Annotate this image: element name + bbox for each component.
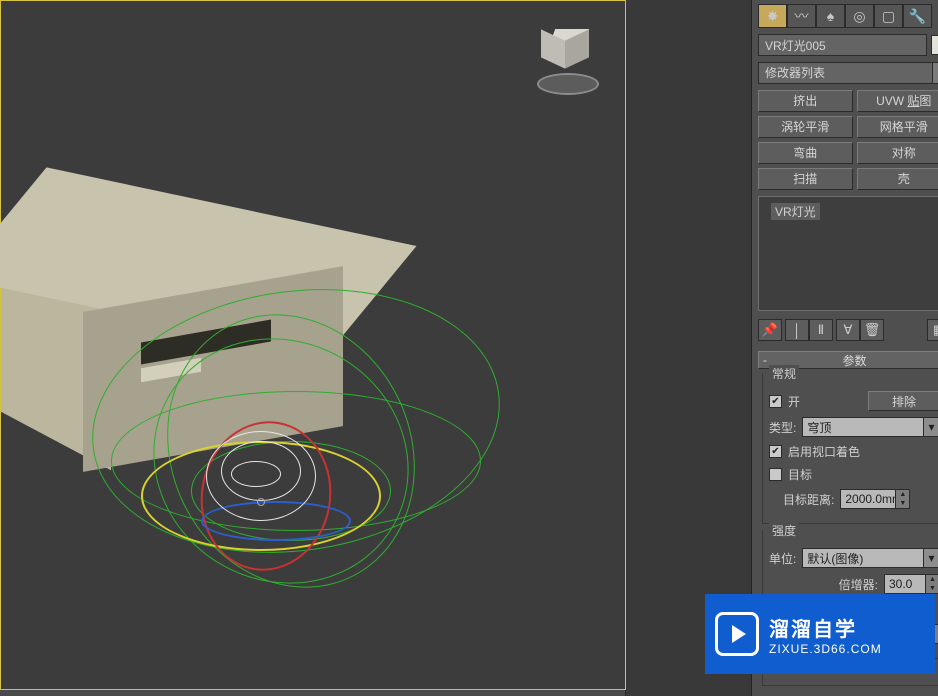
tab-utilities-icon[interactable]: 🔧 (903, 4, 932, 28)
spinner-up-icon[interactable]: ▲ (925, 575, 938, 584)
target-checkbox[interactable] (769, 468, 782, 481)
group-general-title: 常规 (769, 365, 799, 382)
viewport[interactable] (0, 0, 626, 690)
show-end-result-icon[interactable]: │ (785, 319, 809, 341)
exclude-button[interactable]: 排除 (868, 391, 938, 411)
configure-sets-icon[interactable]: ▦ (927, 319, 938, 341)
stack-item-vrlight[interactable]: VR灯光 (771, 203, 820, 220)
tab-motion-icon[interactable]: ◎ (845, 4, 874, 28)
play-icon (715, 612, 759, 656)
multiplier-value: 30.0 (889, 577, 912, 591)
stack-toolbar: 📌 │ Ⅱ ∀ 🗑 ▦ (758, 319, 938, 341)
unit-value: 默认(图像) (807, 550, 863, 567)
delete-icon[interactable]: 🗑 (860, 319, 884, 341)
chevron-down-icon: ▾ (932, 63, 938, 83)
target-dist-spinner[interactable]: 2000.0mn ▲▼ (840, 489, 910, 509)
viewport-wrap (0, 0, 626, 696)
modifier-stack[interactable]: VR灯光 (758, 196, 938, 311)
unit-label: 单位: (769, 550, 796, 567)
type-dropdown[interactable]: 穹顶 ▾ (802, 417, 938, 437)
pin-stack-icon[interactable]: 📌 (758, 319, 782, 341)
remove-modifier-icon[interactable]: ∀ (836, 319, 860, 341)
watermark-sub: ZIXUE.3D66.COM (769, 642, 882, 656)
on-checkbox[interactable]: ✔ (769, 395, 782, 408)
mod-shell-button[interactable]: 壳 (857, 168, 938, 190)
mod-extrude-button[interactable]: 挤出 (758, 90, 853, 112)
mod-uvw-button[interactable]: UVW 贴图 (857, 90, 938, 112)
gizmo-center[interactable] (257, 498, 265, 506)
minus-icon: - (763, 353, 767, 367)
make-unique-icon[interactable]: Ⅱ (809, 319, 833, 341)
viewport-shade-checkbox[interactable]: ✔ (769, 445, 782, 458)
watermark-title: 溜溜自学 (769, 613, 882, 642)
chevron-down-icon: ▾ (923, 549, 938, 567)
object-name-input[interactable] (758, 34, 927, 56)
unit-dropdown[interactable]: 默认(图像) ▾ (802, 548, 938, 568)
multiplier-label: 倍增器: (839, 576, 878, 593)
chevron-down-icon: ▾ (923, 418, 938, 436)
modifier-list-label: 修改器列表 (765, 64, 825, 81)
type-value: 穹顶 (807, 419, 831, 436)
target-dist-label: 目标距离: (783, 491, 834, 508)
group-intensity-title: 强度 (769, 522, 799, 539)
type-label: 类型: (769, 419, 796, 436)
rollup-params-title: 参数 (842, 352, 866, 369)
viewport-shade-label: 启用视口着色 (788, 443, 860, 460)
panel-tabs: ✸ 〰 ♠ ◎ ▢ 🔧 (758, 4, 938, 28)
mod-bend-button[interactable]: 弯曲 (758, 142, 853, 164)
mod-meshsmooth-button[interactable]: 网格平滑 (857, 116, 938, 138)
object-color-swatch[interactable] (931, 35, 938, 55)
mod-symmetry-button[interactable]: 对称 (857, 142, 938, 164)
tab-display-icon[interactable]: ▢ (874, 4, 903, 28)
target-label: 目标 (788, 466, 812, 483)
gizmo-ring-white[interactable] (231, 461, 281, 487)
multiplier-spinner[interactable]: 30.0 ▲▼ (884, 574, 938, 594)
tab-modify-icon[interactable]: 〰 (787, 4, 816, 28)
on-label: 开 (788, 393, 800, 410)
spinner-down-icon[interactable]: ▼ (925, 584, 938, 593)
viewport-gutter (626, 0, 752, 696)
mod-sweep-button[interactable]: 扫描 (758, 168, 853, 190)
group-general: 常规 ✔ 开 排除 类型: 穹顶 ▾ (762, 373, 938, 524)
viewcube[interactable] (523, 15, 613, 105)
tab-create-icon[interactable]: ✸ (758, 4, 787, 28)
modifier-list-dropdown[interactable]: 修改器列表 ▾ (758, 62, 938, 84)
command-panel: ✸ 〰 ♠ ◎ ▢ 🔧 修改器列表 ▾ 挤出 UVW 贴图 涡轮平滑 网格平滑 … (752, 0, 938, 696)
spinner-down-icon[interactable]: ▼ (895, 499, 909, 508)
spinner-up-icon[interactable]: ▲ (895, 490, 909, 499)
modifier-buttons: 挤出 UVW 贴图 涡轮平滑 网格平滑 弯曲 对称 扫描 壳 (758, 90, 938, 190)
mod-turbosmooth-button[interactable]: 涡轮平滑 (758, 116, 853, 138)
watermark: 溜溜自学 ZIXUE.3D66.COM (705, 594, 935, 674)
tab-hierarchy-icon[interactable]: ♠ (816, 4, 845, 28)
target-dist-value: 2000.0mn (845, 492, 898, 506)
